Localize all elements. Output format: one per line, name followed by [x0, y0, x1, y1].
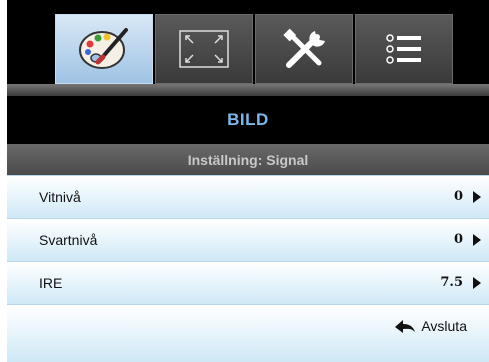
menu-item-ire[interactable]: IRE 7.5 — [7, 261, 489, 304]
menu-item-black-level[interactable]: Svartnivå 0 — [7, 218, 489, 261]
menu-item-label: Svartnivå — [39, 232, 98, 248]
menu-item-value: 7.5 — [440, 275, 463, 290]
arrow-right-icon[interactable] — [473, 234, 481, 246]
tab-bar — [7, 0, 489, 94]
tab-setup[interactable] — [255, 14, 353, 84]
arrow-right-icon[interactable] — [473, 277, 481, 289]
exit-label: Avsluta — [421, 318, 467, 334]
return-arrow-icon — [394, 318, 416, 334]
tab-options[interactable] — [355, 14, 453, 84]
menu-item-value: 0 — [453, 232, 463, 247]
tab-picture[interactable] — [55, 14, 153, 84]
tab-shelf — [7, 84, 489, 96]
palette-icon — [76, 24, 132, 74]
display-resize-icon — [176, 27, 232, 71]
menu-item-white-level[interactable]: Vitnivå 0 — [7, 175, 489, 218]
menu-subtitle: Inställning: Signal — [7, 144, 489, 175]
menu-title: BILD — [7, 96, 489, 144]
projector-osd-menu: BILD Inställning: Signal Vitnivå 0 Svart… — [7, 0, 489, 362]
menu-item-label: Vitnivå — [39, 189, 81, 205]
options-list-icon — [382, 29, 426, 69]
exit-button[interactable]: Avsluta — [394, 305, 467, 347]
arrow-right-icon[interactable] — [473, 191, 481, 203]
menu-item-value: 0 — [453, 189, 463, 204]
menu-item-exit[interactable]: Avsluta — [7, 304, 489, 362]
tools-icon — [279, 27, 329, 71]
menu-item-label: IRE — [39, 275, 63, 291]
tab-display[interactable] — [155, 14, 253, 84]
